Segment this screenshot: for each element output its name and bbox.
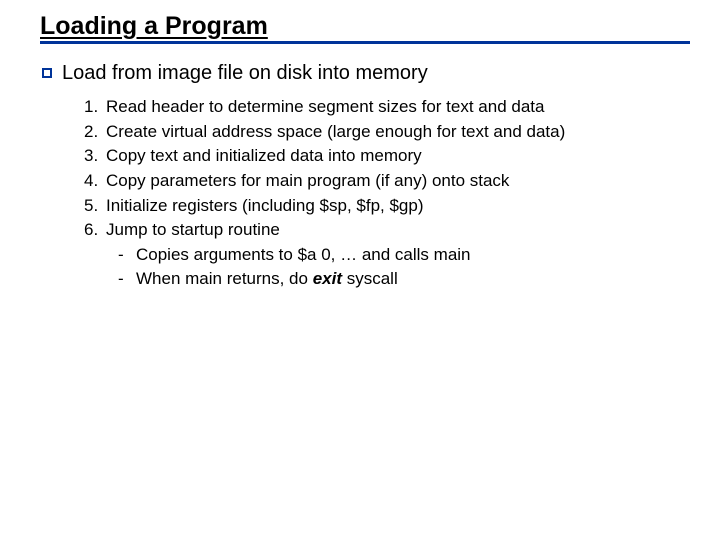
item-number: 3. <box>84 144 102 169</box>
item-number: 2. <box>84 120 102 145</box>
sub-item-emph: exit <box>313 269 342 288</box>
item-number: 6. <box>84 218 102 243</box>
sub-list: - Copies arguments to $a 0, … and calls … <box>118 243 690 292</box>
sub-item-prefix: When main returns, do <box>136 269 313 288</box>
numbered-list: 1. Read header to determine segment size… <box>84 95 690 243</box>
list-item: 3. Copy text and initialized data into m… <box>84 144 690 169</box>
list-item: 1. Read header to determine segment size… <box>84 95 690 120</box>
item-text: Jump to startup routine <box>106 218 280 243</box>
list-item: 6. Jump to startup routine <box>84 218 690 243</box>
square-bullet-icon <box>42 68 52 78</box>
item-number: 4. <box>84 169 102 194</box>
sub-item-text: When main returns, do exit syscall <box>136 267 398 292</box>
sub-item: - Copies arguments to $a 0, … and calls … <box>118 243 690 268</box>
sub-item: - When main returns, do exit syscall <box>118 267 690 292</box>
sub-item-text: Copies arguments to $a 0, … and calls ma… <box>136 243 471 268</box>
list-item: 2. Create virtual address space (large e… <box>84 120 690 145</box>
main-heading: Load from image file on disk into memory <box>62 62 428 85</box>
list-item: 4. Copy parameters for main program (if … <box>84 169 690 194</box>
slide-title: Loading a Program <box>40 12 268 41</box>
sub-item-suffix: syscall <box>342 269 398 288</box>
item-text: Read header to determine segment sizes f… <box>106 95 544 120</box>
slide: Loading a Program Load from image file o… <box>0 0 720 540</box>
list-item: 5. Initialize registers (including $sp, … <box>84 194 690 219</box>
item-number: 5. <box>84 194 102 219</box>
item-number: 1. <box>84 95 102 120</box>
item-text: Create virtual address space (large enou… <box>106 120 565 145</box>
dash-bullet-icon: - <box>118 267 132 292</box>
bullet-level1: Load from image file on disk into memory <box>42 62 690 85</box>
item-text: Initialize registers (including $sp, $fp… <box>106 194 424 219</box>
item-text: Copy text and initialized data into memo… <box>106 144 422 169</box>
item-text: Copy parameters for main program (if any… <box>106 169 509 194</box>
dash-bullet-icon: - <box>118 243 132 268</box>
title-underline: Loading a Program <box>40 12 690 44</box>
